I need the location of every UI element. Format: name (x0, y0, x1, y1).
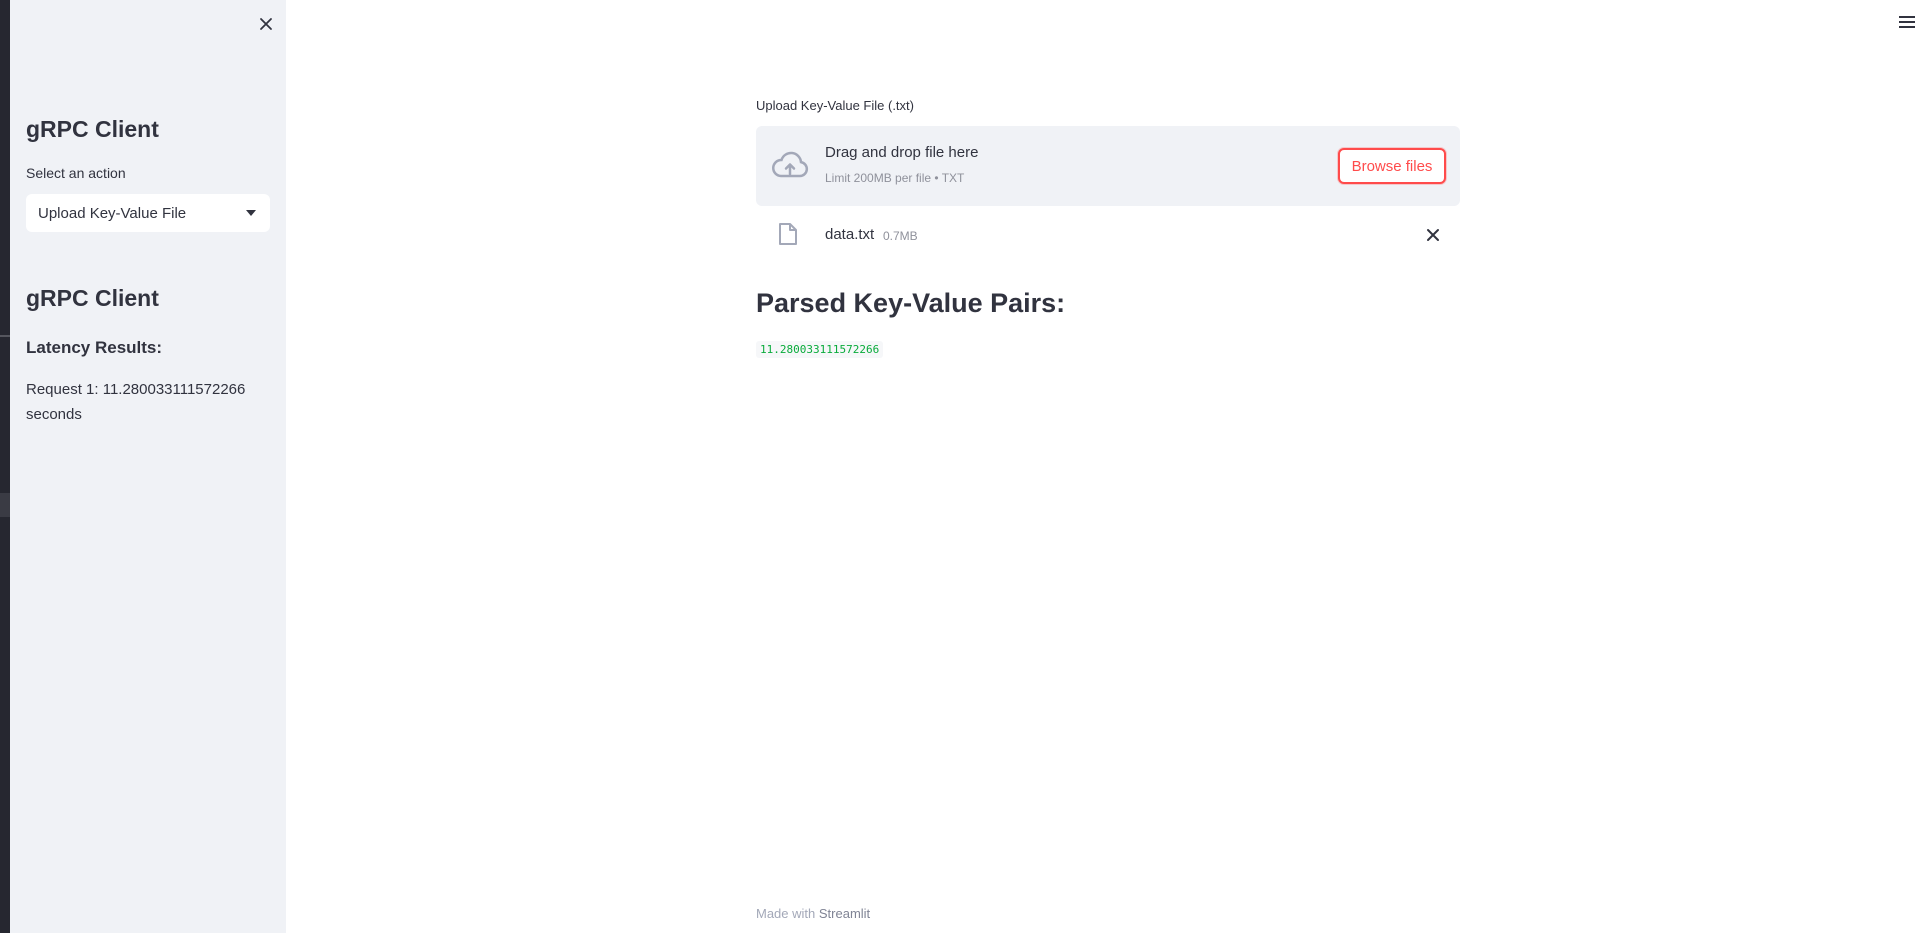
hamburger-menu-icon (1899, 16, 1915, 18)
sidebar-subtitle: gRPC Client (26, 285, 159, 311)
left-window-edge (0, 0, 10, 933)
file-dropzone[interactable]: Drag and drop file here Limit 200MB per … (756, 126, 1460, 206)
edge-marker (0, 335, 10, 337)
sidebar-close-button[interactable] (254, 12, 278, 36)
action-selectbox[interactable]: Upload Key-Value File (26, 194, 270, 232)
latency-results-heading: Latency Results: (26, 338, 163, 357)
caret-down-icon (246, 210, 256, 216)
uploaded-file-row: data.txt 0.7MB (756, 206, 1460, 264)
browse-files-button[interactable]: Browse files (1338, 148, 1446, 184)
select-action-label: Select an action (26, 165, 126, 181)
uploaded-file-name: data.txt (825, 226, 875, 243)
parsed-value-code: 11.280033111572266 (756, 341, 884, 358)
dropzone-limit-text: Limit 200MB per file • TXT (825, 171, 965, 185)
uploader-label: Upload Key-Value File (.txt) (756, 98, 914, 113)
dropzone-title: Drag and drop file here (825, 144, 979, 161)
footer: Made with Streamlit (756, 906, 870, 921)
hamburger-menu-icon (1899, 26, 1915, 28)
parsed-pairs-heading: Parsed Key-Value Pairs: (756, 288, 1066, 318)
main-menu-button[interactable] (1898, 14, 1916, 30)
cloud-upload-icon (772, 151, 809, 178)
remove-file-button[interactable] (1424, 226, 1442, 244)
main-area: Upload Key-Value File (.txt) Drag and dr… (286, 0, 1930, 933)
latency-result-text: Request 1: 11.280033111572266 seconds (26, 381, 246, 423)
footer-made-with: Made with (756, 906, 816, 921)
hamburger-menu-icon (1899, 21, 1915, 23)
sidebar-title: gRPC Client (26, 116, 159, 142)
uploaded-file-size: 0.7MB (883, 229, 918, 243)
close-icon (260, 18, 272, 30)
footer-streamlit-link[interactable]: Streamlit (819, 906, 870, 921)
content-block: Upload Key-Value File (.txt) Drag and dr… (756, 98, 1460, 358)
file-icon (779, 223, 797, 245)
selected-action-value: Upload Key-Value File (38, 204, 187, 222)
sidebar: gRPC Client Select an action Upload Key-… (10, 0, 286, 933)
edge-marker (0, 493, 10, 517)
